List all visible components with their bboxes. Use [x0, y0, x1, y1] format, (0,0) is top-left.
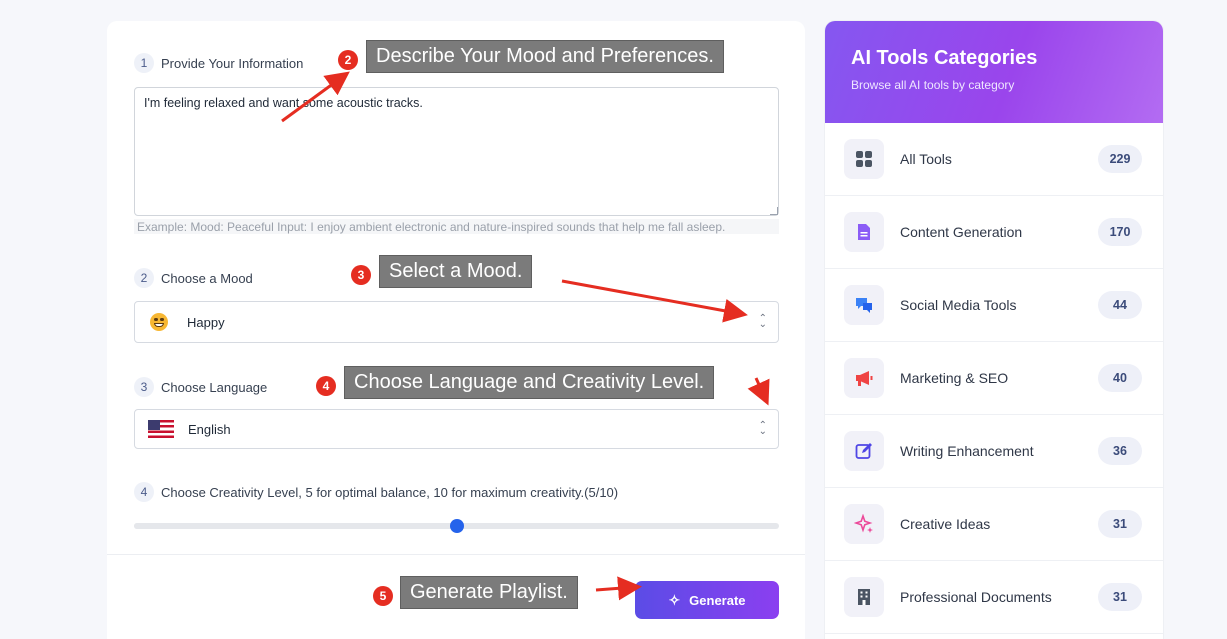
slider-fill [134, 523, 457, 529]
step-4-label: 4 Choose Creativity Level, 5 for optimal… [134, 482, 618, 502]
sidebar-item-social-media-tools[interactable]: Social Media Tools 44 [825, 269, 1163, 342]
select-chevron-icon: ⌃ ⌄ [758, 420, 767, 437]
step-number: 2 [134, 268, 154, 288]
step-number: 3 [134, 377, 154, 397]
mood-select[interactable]: Happy ⌃ ⌄ [134, 301, 779, 343]
playlist-form-card: 1 Provide Your Information Example: Mood… [107, 21, 805, 639]
smiling-face-emoji-icon [150, 313, 168, 331]
document-icon [844, 212, 884, 252]
step-title: Choose a Mood [161, 270, 253, 286]
annotation-callout-3: Select a Mood. [379, 255, 533, 288]
step-number: 4 [134, 482, 154, 502]
sidebar-item-label: Marketing & SEO [900, 370, 1009, 386]
step-title: Choose Creativity Level, 5 for optimal b… [161, 484, 619, 500]
categories-sidebar: AI Tools Categories Browse all AI tools … [825, 21, 1163, 639]
step-number: 1 [134, 53, 154, 73]
sidebar-item-label: Professional Documents [900, 589, 1052, 605]
divider [107, 554, 805, 555]
annotation-callout-4: Choose Language and Creativity Level. [344, 366, 715, 399]
annotation-badge-3: 3 [351, 265, 371, 285]
count-badge: 40 [1098, 364, 1142, 392]
sidebar-item-label: Social Media Tools [900, 297, 1017, 313]
select-chevron-icon: ⌃ ⌄ [758, 313, 767, 330]
sidebar-item-marketing-seo[interactable]: Marketing & SEO 40 [825, 342, 1163, 415]
generate-label: Generate [689, 592, 746, 608]
annotation-badge-2: 2 [338, 50, 358, 70]
sidebar-item-label: Creative Ideas [900, 516, 991, 532]
step-title: Choose Language [161, 379, 268, 395]
building-icon [844, 577, 884, 617]
megaphone-icon [844, 358, 884, 398]
sidebar-item-content-generation[interactable]: Content Generation 170 [825, 196, 1163, 269]
sidebar-title: AI Tools Categories [851, 47, 1038, 69]
sparkle-icon: ✧ [668, 591, 681, 608]
mood-selected-value: Happy [187, 314, 225, 330]
count-badge: 31 [1098, 510, 1142, 538]
count-badge: 36 [1098, 437, 1142, 465]
annotation-badge-4: 4 [316, 376, 336, 396]
sidebar-item-label: All Tools [900, 151, 952, 167]
slider-handle[interactable] [449, 519, 464, 533]
sidebar-item-all-tools[interactable]: All Tools 229 [825, 123, 1163, 196]
step-2-label: 2 Choose a Mood [134, 268, 253, 288]
creativity-slider[interactable] [134, 519, 779, 533]
step-3-label: 3 Choose Language [134, 377, 267, 397]
edit-icon [844, 431, 884, 471]
count-badge: 44 [1098, 291, 1142, 319]
sidebar-header: AI Tools Categories Browse all AI tools … [825, 21, 1163, 123]
grid-icon [844, 139, 884, 179]
sidebar-subtitle: Browse all AI tools by category [851, 78, 1015, 92]
annotation-callout-5: Generate Playlist. [400, 576, 578, 609]
resize-grip-icon[interactable] [770, 207, 778, 215]
language-select[interactable]: English ⌃ ⌄ [134, 409, 779, 449]
count-badge: 170 [1098, 218, 1142, 246]
step-title: Provide Your Information [161, 55, 304, 71]
count-badge: 229 [1098, 145, 1142, 173]
sidebar-item-professional-documents[interactable]: Professional Documents 31 [825, 561, 1163, 634]
sidebar-item-creative-ideas[interactable]: Creative Ideas 31 [825, 488, 1163, 561]
chat-icon [844, 285, 884, 325]
count-badge: 31 [1098, 583, 1142, 611]
language-selected-value: English [188, 421, 231, 437]
sidebar-item-label: Content Generation [900, 224, 1023, 240]
annotation-callout-2: Describe Your Mood and Preferences. [366, 40, 724, 73]
information-textarea[interactable] [134, 87, 779, 216]
sidebar-item-label: Writing Enhancement [900, 443, 1034, 459]
us-flag-icon [148, 420, 174, 438]
annotation-badge-5: 5 [373, 586, 393, 606]
sidebar-item-writing-enhancement[interactable]: Writing Enhancement 36 [825, 415, 1163, 488]
sparkle-icon [844, 504, 884, 544]
step-1-label: 1 Provide Your Information [134, 53, 303, 73]
generate-button[interactable]: ✧ Generate [635, 581, 779, 619]
example-hint: Example: Mood: Peaceful Input: I enjoy a… [134, 219, 779, 234]
